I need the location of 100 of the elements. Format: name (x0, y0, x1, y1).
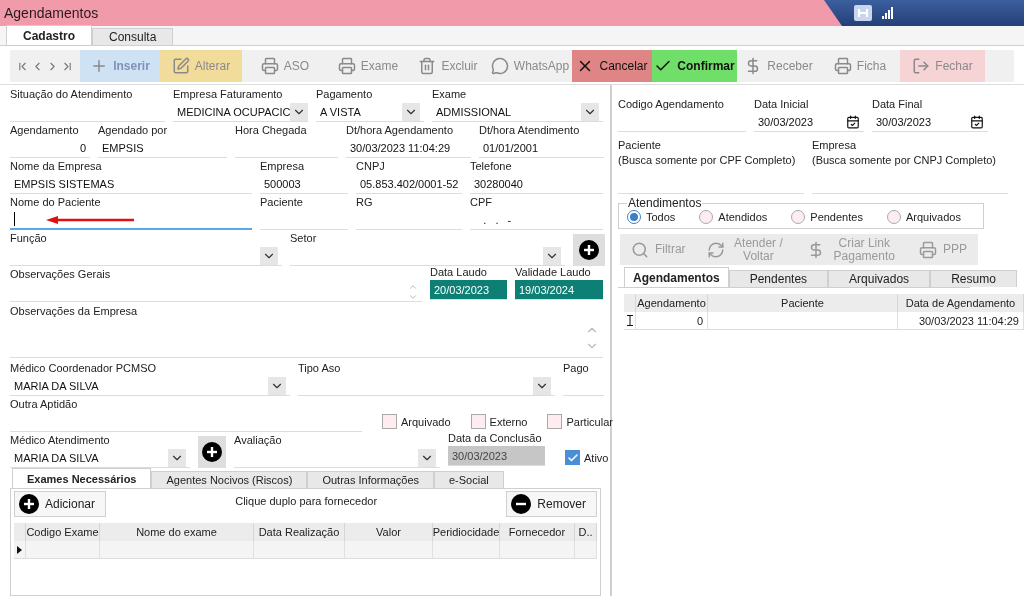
table-row[interactable] (14, 541, 597, 559)
checkbox-label: Arquivado (401, 415, 451, 428)
field-label: Empresa (260, 159, 306, 174)
row-pointer-icon (17, 545, 22, 554)
calendar-icon[interactable] (846, 114, 860, 129)
text-field[interactable] (10, 210, 252, 230)
field-label: CNPJ (356, 159, 386, 174)
radio-button[interactable] (791, 210, 806, 224)
text-field[interactable]: 0 (10, 138, 90, 158)
text-cursor-icon (626, 315, 633, 326)
field-label: Função (10, 231, 48, 246)
text-field[interactable]: EMPSIS SISTEMAS (10, 174, 252, 194)
date-field[interactable]: 30/03/2023 (448, 446, 545, 466)
add-button[interactable]: Adicionar (14, 491, 107, 517)
tab[interactable]: Agendamentos (624, 267, 729, 287)
field-label: Data Laudo (430, 265, 488, 280)
field-label: Codigo Agendamento (618, 97, 725, 112)
field-label: Dt/hora Agendamento (346, 123, 455, 138)
field-label: Observações Gerais (10, 267, 112, 282)
field-note: (Busca somente por CNPJ Completo) (812, 153, 997, 168)
field-label: Observações da Empresa (10, 304, 139, 319)
tab[interactable]: Agentes Nocivos (Riscos) (151, 471, 308, 488)
exit-icon (912, 57, 931, 75)
checkbox[interactable] (565, 450, 580, 465)
field-label: Dt/hora Atendimento (479, 123, 581, 138)
field-label: Nome da Empresa (10, 159, 103, 174)
field-label: Avaliação (234, 433, 283, 448)
field-label: Situação do Atendimento (10, 87, 134, 102)
tab[interactable]: Resumo (930, 270, 1017, 287)
field-label: Agendamento (10, 123, 80, 138)
toolbar-button[interactable]: Confirmar (652, 50, 737, 82)
chat-bubble-icon (490, 57, 509, 75)
dropdown[interactable] (290, 246, 565, 266)
dropdown[interactable]: A VISTA (316, 102, 424, 122)
checkbox[interactable] (470, 414, 486, 429)
date-field[interactable]: 20/03/2023 (430, 280, 507, 300)
dropdown[interactable] (234, 448, 440, 468)
tab[interactable]: Pendentes (728, 270, 829, 287)
field-note: (Busca somente por CPF Completo) (618, 153, 797, 168)
table-row[interactable]: 0 30/03/2023 11:04:29 (624, 312, 1024, 330)
remove-button[interactable]: Remover (506, 491, 597, 517)
field-label: Empresa Faturamento (173, 87, 284, 102)
field-label: Nome do Paciente (10, 195, 102, 210)
text-field[interactable]: 30/03/2023 11:04:29 (346, 138, 471, 158)
toolbar-button[interactable]: Cancelar (572, 50, 652, 82)
checkbox-label: Ativo (584, 451, 609, 464)
radio-button[interactable] (627, 210, 641, 224)
field-label: RG (356, 195, 374, 210)
refresh-icon (707, 240, 726, 259)
tab[interactable]: Consulta (92, 28, 174, 45)
tab[interactable]: Outras Informações (307, 471, 434, 488)
text-field[interactable]: 01/01/2001 (479, 138, 604, 158)
field-label: Médico Coordenador PCMSO (10, 361, 158, 376)
printer-icon (919, 240, 938, 259)
pen-icon (171, 57, 190, 75)
checkbox[interactable] (382, 414, 397, 429)
calendar-icon[interactable] (970, 114, 984, 129)
add-button[interactable] (198, 436, 226, 468)
text-field[interactable]: EMPSIS (98, 138, 227, 158)
hint-text: Clique duplo para fornecedor (235, 494, 378, 507)
field-label: Data Inicial (754, 97, 810, 112)
printer-icon (833, 57, 852, 75)
radio-button[interactable] (886, 210, 901, 224)
field-label: Data da Conclusão (448, 431, 543, 446)
checkbox-label: Externo (489, 415, 528, 428)
text-field[interactable]: 500003 (260, 174, 348, 194)
search-icon (630, 240, 649, 259)
field-label: Outra Aptidão (10, 397, 79, 412)
tab[interactable]: e-Social (434, 471, 504, 488)
table-cell: 30/03/2023 11:04:29 (898, 312, 1024, 329)
field-label: Pagamento (316, 87, 374, 102)
field-label: Telefone (470, 159, 513, 174)
radio-button[interactable] (699, 210, 714, 224)
dropdown[interactable]: MARIA DA SILVA (10, 376, 290, 396)
text-field[interactable]: 05.853.402/0001-52 (356, 174, 462, 194)
table-cell: 0 (636, 312, 708, 329)
dropdown[interactable] (298, 376, 555, 396)
tab[interactable]: Arquivados (828, 270, 931, 287)
field-label: Paciente (618, 138, 662, 153)
dropdown[interactable]: ADMISSIONAL (432, 102, 603, 122)
tab[interactable]: Cadastro (6, 25, 92, 45)
field-label: Pago (563, 361, 590, 376)
date-field[interactable]: 30/03/2023 (754, 112, 864, 132)
checkbox-label: Particular (566, 415, 613, 428)
dropdown[interactable] (10, 246, 282, 266)
text-area[interactable] (10, 282, 422, 302)
date-field[interactable]: 30/03/2023 (872, 112, 988, 132)
field-label: Hora Chegada (235, 123, 308, 138)
checkbox[interactable] (547, 414, 563, 429)
radio-label: Pendentes (810, 211, 863, 223)
signal-icon (882, 7, 894, 19)
date-field[interactable]: 19/03/2024 (515, 280, 603, 300)
text-field[interactable]: . . - (470, 210, 603, 230)
tab[interactable]: Exames Necessários (12, 468, 152, 488)
field-label: Data Final (872, 97, 924, 112)
printer-icon (337, 57, 356, 75)
dropdown[interactable]: MEDICINA OCUPACIC (173, 102, 308, 122)
add-button[interactable] (573, 234, 605, 266)
plus-circle-icon (19, 494, 39, 514)
text-field[interactable]: 30280040 (470, 174, 603, 194)
